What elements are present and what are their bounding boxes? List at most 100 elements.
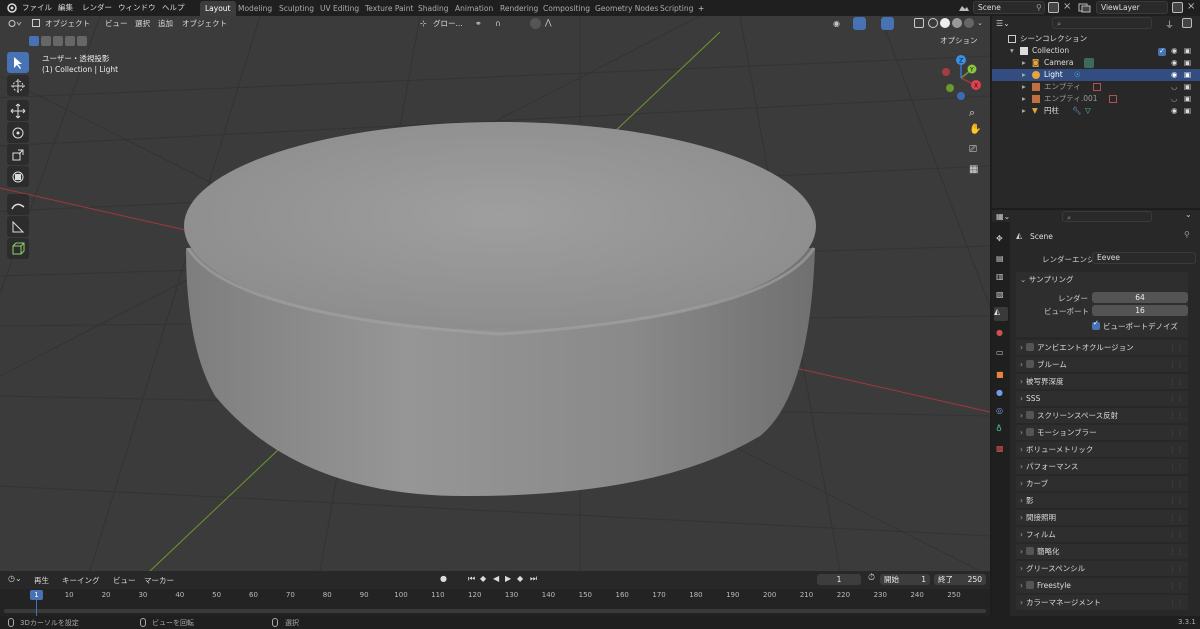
select-new-icon[interactable] <box>29 36 39 46</box>
particles-tab-icon[interactable]: ◎ <box>996 406 1006 416</box>
transform-orientation-icon[interactable]: ⊹ <box>420 19 430 28</box>
menu-render[interactable]: レンダー <box>82 0 112 16</box>
prev-keyframe-icon[interactable]: ◆ <box>480 574 486 583</box>
tool-rotate[interactable] <box>7 122 29 143</box>
tool-tab-icon[interactable]: ✥ <box>996 234 1006 244</box>
drag-handle-icon[interactable]: ⋮⋮ <box>1169 408 1184 423</box>
image-data-icon[interactable] <box>1109 95 1117 103</box>
next-keyframe-icon[interactable]: ◆ <box>517 574 523 583</box>
gizmo-toggle-icon[interactable] <box>853 17 866 30</box>
properties-editor-icon[interactable]: ▦⌄ <box>996 212 1010 221</box>
camera-view-icon[interactable]: ⎚ <box>969 144 985 160</box>
expand-icon[interactable]: ▸ <box>1022 93 1026 105</box>
end-frame-field[interactable]: 終了 250 <box>934 574 986 585</box>
timeline-editor-icon[interactable]: ◷⌄ <box>8 574 22 583</box>
select-intersect-icon[interactable] <box>77 36 87 46</box>
mode-icon[interactable] <box>32 19 40 27</box>
panel-11-header[interactable]: › フィルム ⋮⋮ <box>1016 527 1188 542</box>
options-dropdown[interactable]: オプション <box>940 35 978 46</box>
drag-handle-icon[interactable]: ⋮⋮ <box>1169 442 1184 457</box>
render-camera-icon[interactable]: ▣ <box>1184 45 1191 57</box>
drag-handle-icon[interactable]: ⋮⋮ <box>1169 476 1184 491</box>
modifier-wrench-icon[interactable]: 🔧︎ <box>1072 105 1082 117</box>
play-icon[interactable]: ▶ <box>505 574 511 583</box>
output-tab-icon[interactable]: ▥ <box>996 272 1006 282</box>
tab-modeling[interactable]: Modeling <box>233 1 277 16</box>
drag-handle-icon[interactable]: ⋮⋮ <box>1169 510 1184 525</box>
sampling-panel-header[interactable]: ⌄ サンプリング <box>1016 272 1188 287</box>
expand-icon[interactable]: ▸ <box>1022 57 1026 69</box>
eye-closed-icon[interactable]: ◡ <box>1171 93 1178 105</box>
timeline-menu-playback[interactable]: 再生 <box>34 575 49 586</box>
shading-solid-icon[interactable] <box>940 18 950 28</box>
3d-viewport[interactable]: オブジェクト ビュー 選択 追加 オブジェクト ⊹ グロー... ⚭ ∩ ⋀ ◉… <box>0 16 990 571</box>
properties-search-input[interactable]: ⌕ <box>1062 211 1152 222</box>
tool-measure[interactable] <box>7 216 29 237</box>
select-extend-icon[interactable] <box>41 36 51 46</box>
panel-6-header[interactable]: › ボリューメトリック ⋮⋮ <box>1016 442 1188 457</box>
tool-select-box[interactable] <box>7 52 29 73</box>
tab-texture-paint[interactable]: Texture Paint <box>360 1 418 16</box>
new-collection-icon[interactable] <box>1182 18 1192 28</box>
outliner-row-cylinder[interactable]: ▸ ▼ 円柱 🔧︎ ▽ ◉ ▣ <box>992 105 1200 117</box>
tab-compositing[interactable]: Compositing <box>538 1 595 16</box>
shading-options-icon[interactable]: ⌄ <box>977 19 983 27</box>
object-tab-icon[interactable]: ■ <box>996 370 1006 380</box>
new-scene-icon[interactable] <box>1048 2 1059 13</box>
tab-scripting[interactable]: Scripting <box>655 1 698 16</box>
modifier-tab-icon[interactable]: ● <box>996 388 1006 398</box>
proportional-edit-icon[interactable] <box>530 18 541 29</box>
render-camera-icon[interactable]: ▣ <box>1184 105 1191 117</box>
visibility-icon[interactable]: ◉ <box>833 19 840 28</box>
timeline-menu-view[interactable]: ビュー <box>113 575 136 586</box>
render-camera-icon[interactable]: ▣ <box>1184 69 1191 81</box>
shading-rendered-icon[interactable] <box>964 18 974 28</box>
outliner-search-input[interactable]: ⌕ <box>1052 17 1152 29</box>
xray-icon[interactable] <box>914 18 924 28</box>
panel-9-header[interactable]: › 影 ⋮⋮ <box>1016 493 1188 508</box>
panel-10-header[interactable]: › 間接照明 ⋮⋮ <box>1016 510 1188 525</box>
shading-material-icon[interactable] <box>952 18 962 28</box>
tab-sculpting[interactable]: Sculpting <box>274 1 319 16</box>
jump-start-icon[interactable]: ⏮ <box>468 574 475 584</box>
drag-handle-icon[interactable]: ⋮⋮ <box>1169 544 1184 559</box>
expand-icon[interactable]: ▸ <box>1022 105 1026 117</box>
panel-enable-checkbox[interactable] <box>1026 411 1034 419</box>
panel-5-header[interactable]: › モーションブラー ⋮⋮ <box>1016 425 1188 440</box>
panel-3-header[interactable]: › SSS ⋮⋮ <box>1016 391 1188 406</box>
play-reverse-icon[interactable]: ◀ <box>493 574 499 583</box>
panel-13-header[interactable]: › グリースペンシル ⋮⋮ <box>1016 561 1188 576</box>
tool-transform[interactable] <box>7 166 29 187</box>
data-tab-icon[interactable]: ♁ <box>996 424 1006 434</box>
outliner-scene-collection[interactable]: シーンコレクション <box>992 33 1200 45</box>
tab-rendering[interactable]: Rendering <box>495 1 543 16</box>
tool-cursor[interactable] <box>7 75 29 96</box>
snap-icon[interactable]: ∩ <box>495 19 505 28</box>
panel-15-header[interactable]: › カラーマネージメント ⋮⋮ <box>1016 595 1188 610</box>
menu-file[interactable]: ファイル <box>22 0 52 16</box>
tool-annotate[interactable] <box>7 194 29 215</box>
new-viewlayer-icon[interactable] <box>1172 2 1183 13</box>
render-engine-select[interactable]: Eevee <box>1092 252 1196 264</box>
render-samples-field[interactable]: 64 <box>1092 292 1188 303</box>
tab-layout[interactable]: Layout <box>200 1 236 16</box>
panel-enable-checkbox[interactable] <box>1026 581 1034 589</box>
view-layer-tab-icon[interactable]: ▧ <box>996 290 1006 300</box>
drag-handle-icon[interactable]: ⋮⋮ <box>1169 527 1184 542</box>
mode-selector[interactable]: オブジェクト <box>45 18 90 29</box>
playhead[interactable]: 1 <box>30 590 43 600</box>
drag-handle-icon[interactable]: ⋮⋮ <box>1169 578 1184 593</box>
outliner-row-collection[interactable]: ▾ Collection ◉ ▣ <box>992 45 1200 57</box>
drag-handle-icon[interactable]: ⋮⋮ <box>1169 340 1184 355</box>
panel-1-header[interactable]: › ブルーム ⋮⋮ <box>1016 357 1188 372</box>
expand-icon[interactable]: ▸ <box>1022 81 1026 93</box>
menu-window[interactable]: ウィンドウ <box>118 0 156 16</box>
transform-orientation-selector[interactable]: グロー... <box>433 18 463 29</box>
navigation-gizmo[interactable]: X Y Z <box>935 52 985 102</box>
light-data-icon[interactable]: ☉ <box>1074 69 1081 81</box>
drag-handle-icon[interactable]: ⋮⋮ <box>1169 459 1184 474</box>
stopwatch-icon[interactable]: ⏱ <box>868 573 875 583</box>
collection-exclude-checkbox[interactable] <box>1158 45 1166 57</box>
eye-icon[interactable]: ◉ <box>1171 57 1178 69</box>
drag-handle-icon[interactable]: ⋮⋮ <box>1169 357 1184 372</box>
